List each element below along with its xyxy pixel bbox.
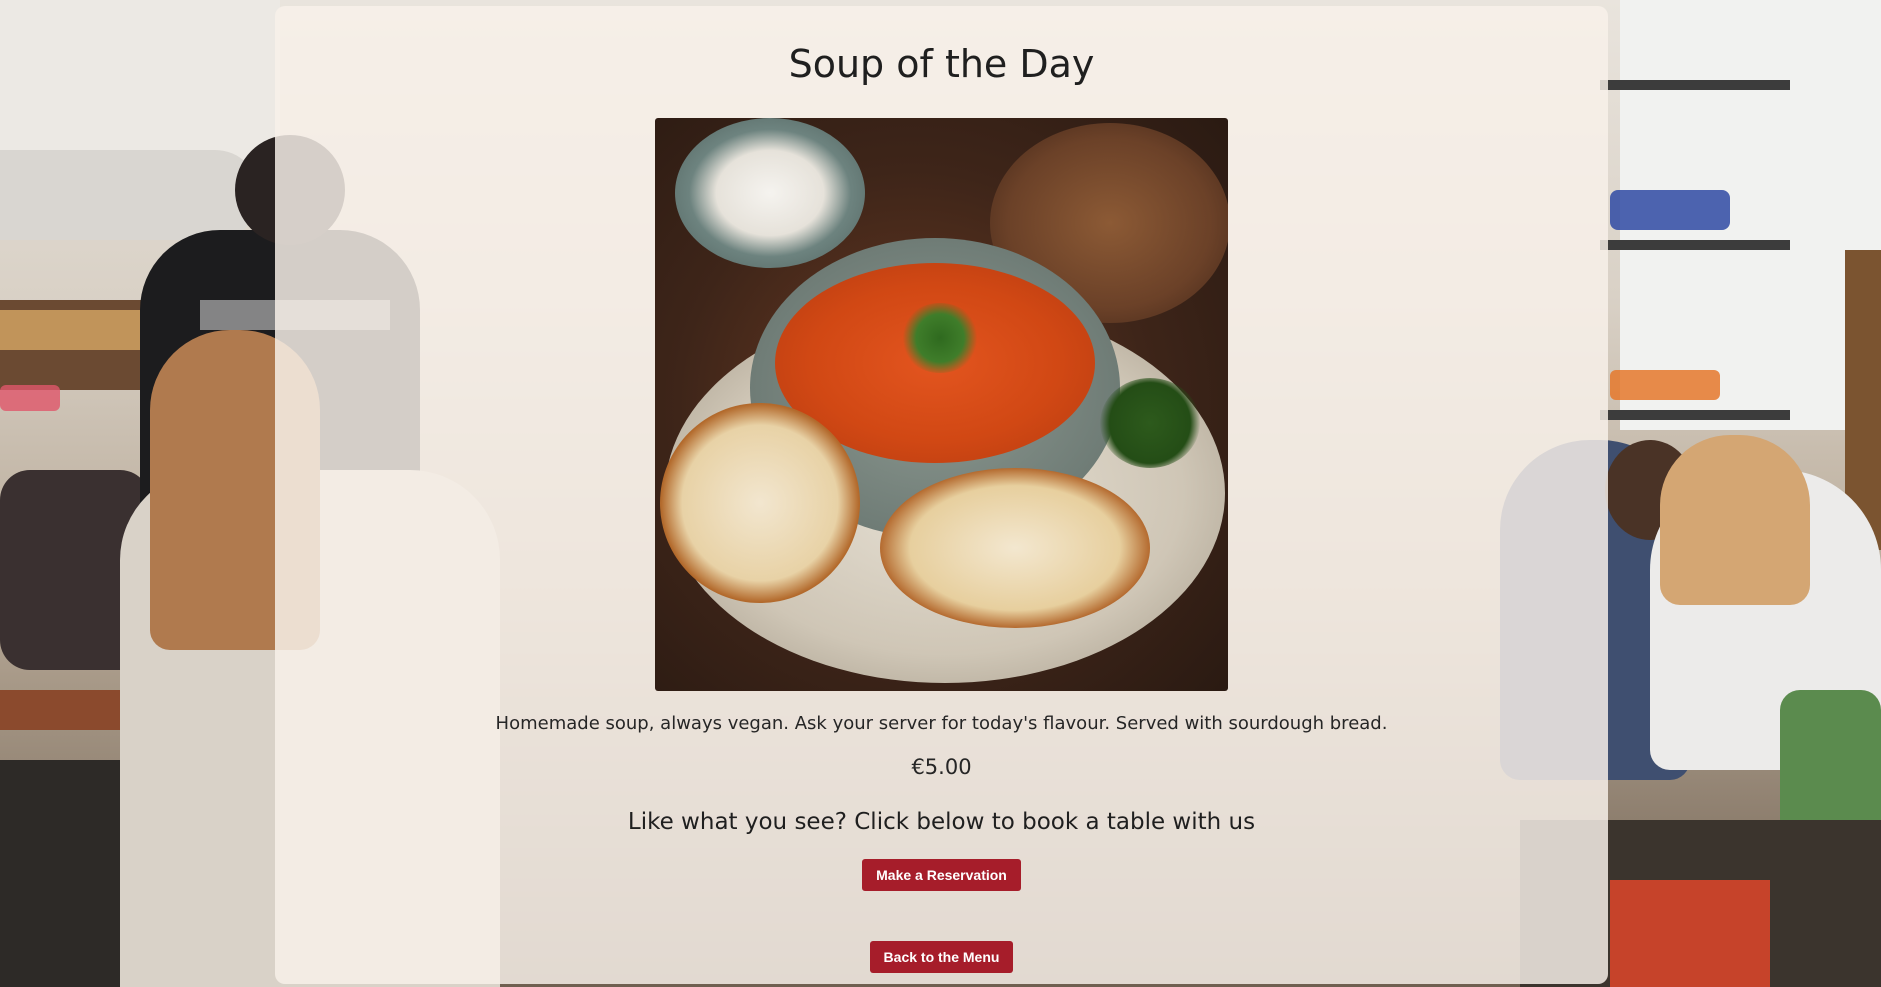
back-to-menu-button[interactable]: Back to the Menu bbox=[870, 941, 1013, 973]
bg-bar-lights bbox=[0, 310, 150, 350]
bg-shelf bbox=[1600, 410, 1790, 420]
dish-parsley bbox=[1100, 378, 1200, 468]
dish-bread-slice bbox=[660, 403, 860, 603]
dish-image bbox=[655, 118, 1228, 691]
bg-green-chair bbox=[1780, 690, 1881, 820]
bg-air-duct bbox=[0, 150, 260, 240]
bg-neon-sign bbox=[0, 385, 60, 411]
reservation-prompt: Like what you see? Click below to book a… bbox=[627, 809, 1256, 835]
bg-cups bbox=[1610, 370, 1720, 400]
bg-shelf bbox=[1600, 240, 1790, 250]
dish-cream-cup bbox=[675, 118, 865, 268]
bg-shelf bbox=[1600, 80, 1790, 90]
page-title: Soup of the Day bbox=[788, 42, 1095, 86]
bg-cups bbox=[1610, 190, 1730, 230]
bg-ceiling bbox=[0, 0, 280, 160]
dish-detail-card: Soup of the Day Homemade soup, always ve… bbox=[275, 6, 1608, 984]
bg-red-chair bbox=[1610, 880, 1770, 987]
make-reservation-button[interactable]: Make a Reservation bbox=[862, 859, 1021, 891]
bg-woman-seated-hair bbox=[1660, 435, 1810, 605]
dish-herb-garnish bbox=[900, 303, 980, 373]
dish-price: €5.00 bbox=[911, 755, 972, 779]
dish-description: Homemade soup, always vegan. Ask your se… bbox=[495, 713, 1388, 734]
dish-bread-slice bbox=[880, 468, 1150, 628]
